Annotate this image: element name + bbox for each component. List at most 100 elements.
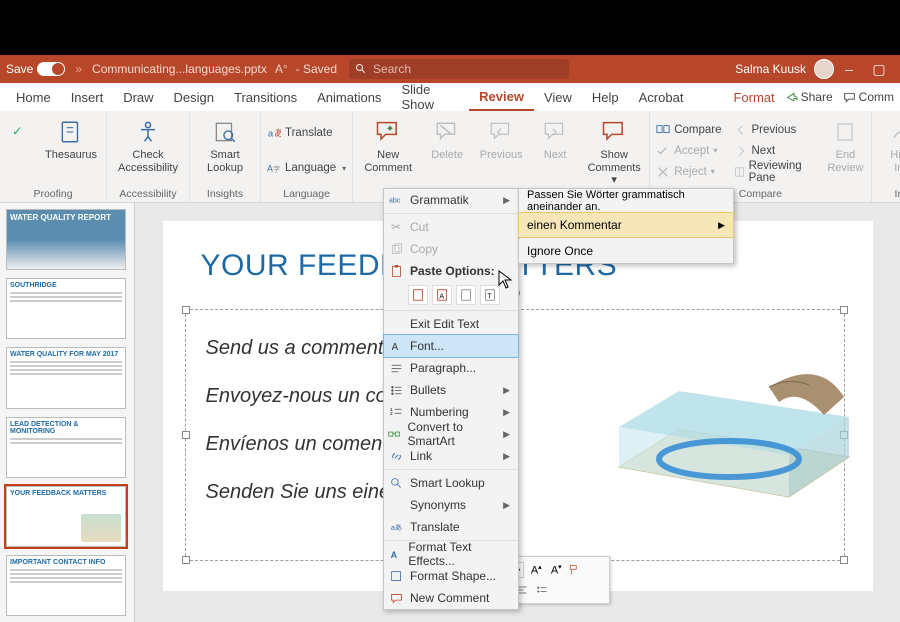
- ctx-paragraph[interactable]: Paragraph...: [384, 357, 518, 379]
- tab-view[interactable]: View: [534, 85, 582, 110]
- spelling-button[interactable]: ✓: [6, 115, 36, 186]
- slide-thumb-1[interactable]: WATER QUALITY REPORT: [6, 209, 126, 270]
- save-status: - Saved: [296, 62, 337, 76]
- ctx-smartart[interactable]: Convert to SmartArt▶: [384, 423, 518, 445]
- new-comment-button[interactable]: ✦ NewComment: [359, 115, 417, 187]
- tab-review[interactable]: Review: [469, 84, 534, 111]
- thesaurus-label: Thesaurus: [45, 149, 97, 162]
- grammar-submenu[interactable]: Passen Sie Wörter grammatisch aneinander…: [518, 188, 734, 264]
- tab-draw[interactable]: Draw: [113, 85, 163, 110]
- check-accessibility-button[interactable]: CheckAccessibility: [113, 115, 183, 186]
- slide-thumb-6[interactable]: IMPORTANT CONTACT INFO: [6, 555, 126, 616]
- submenu-suggestion-header: Passen Sie Wörter grammatisch aneinander…: [519, 189, 733, 213]
- resize-handle[interactable]: [182, 306, 190, 314]
- svg-text:A: A: [391, 341, 398, 352]
- ctx-format-text-effects[interactable]: A Format Text Effects...: [384, 543, 518, 565]
- delete-comment-button[interactable]: Delete: [423, 115, 471, 187]
- ctx-label: Link: [410, 449, 432, 463]
- end-review-button[interactable]: EndReview: [826, 115, 864, 186]
- grow-font-button[interactable]: A▴: [528, 563, 544, 577]
- smart-lookup-button[interactable]: SmartLookup: [196, 115, 254, 186]
- paste-option-2[interactable]: A: [432, 285, 452, 305]
- ctx-synonyms[interactable]: Synonyms▶: [384, 494, 518, 516]
- resize-handle[interactable]: [840, 556, 848, 564]
- compare-button[interactable]: Compare: [656, 120, 721, 140]
- slide-thumb-5[interactable]: YOUR FEEDBACK MATTERS: [6, 486, 126, 547]
- accept-button[interactable]: Accept ▾: [656, 141, 721, 161]
- reviewing-pane-button[interactable]: Reviewing Pane: [734, 162, 815, 182]
- submenu-suggestion[interactable]: einen Kommentar▶: [519, 213, 733, 237]
- search-box[interactable]: Search: [349, 59, 569, 79]
- tab-acrobat[interactable]: Acrobat: [629, 85, 694, 110]
- shrink-font-button[interactable]: A▾: [548, 563, 564, 577]
- ctx-copy[interactable]: Copy: [384, 238, 518, 260]
- tab-insert[interactable]: Insert: [61, 85, 114, 110]
- comments-button[interactable]: Comm: [843, 90, 894, 104]
- resize-handle[interactable]: [182, 556, 190, 564]
- ctx-new-comment[interactable]: New Comment: [384, 587, 518, 609]
- language-button[interactable]: A字 Language ▾: [267, 158, 346, 178]
- reject-button[interactable]: Reject ▾: [656, 162, 721, 182]
- user-name: Salma Kuusk: [735, 62, 806, 76]
- svg-text:a: a: [268, 128, 274, 139]
- ctx-grammatik[interactable]: abc Grammatik ▶: [384, 189, 518, 211]
- slide-graphic[interactable]: [589, 327, 869, 517]
- accept-label: Accept: [674, 145, 709, 157]
- tab-animations[interactable]: Animations: [307, 85, 391, 110]
- paste-option-4[interactable]: T: [480, 285, 500, 305]
- next-comment-button[interactable]: Next: [531, 115, 579, 187]
- ctx-smart-lookup[interactable]: Smart Lookup: [384, 472, 518, 494]
- document-name[interactable]: Communicating...languages.pptx: [92, 62, 267, 76]
- resize-handle[interactable]: [840, 306, 848, 314]
- link-icon: [388, 448, 404, 464]
- slide-thumb-4[interactable]: LEAD DETECTION & MONITORING: [6, 417, 126, 478]
- ctx-translate[interactable]: aあ Translate: [384, 516, 518, 538]
- language-icon: A字: [267, 161, 281, 175]
- tab-home[interactable]: Home: [6, 85, 61, 110]
- format-painter-button[interactable]: [568, 564, 584, 576]
- slide-thumb-2[interactable]: SOUTHRIDGE: [6, 278, 126, 339]
- abc-icon: abc: [388, 192, 404, 208]
- hide-ink-button[interactable]: HideInk: [878, 115, 900, 186]
- ctx-label: Synonyms: [410, 498, 466, 512]
- comment-icon: [843, 91, 856, 104]
- restore-button[interactable]: ▢: [864, 61, 894, 78]
- pane-label: Reviewing Pane: [749, 160, 815, 184]
- show-comments-button[interactable]: ShowComments ▾: [585, 115, 643, 187]
- tab-help[interactable]: Help: [582, 85, 629, 110]
- ctx-cut[interactable]: ✂ Cut: [384, 216, 518, 238]
- paste-option-1[interactable]: [408, 285, 428, 305]
- tab-transitions[interactable]: Transitions: [224, 85, 307, 110]
- toggle-switch[interactable]: [37, 62, 65, 76]
- previous-comment-button[interactable]: Previous: [477, 115, 525, 187]
- autosave-toggle[interactable]: Save: [6, 62, 65, 76]
- slide-thumb-3[interactable]: WATER QUALITY FOR MAY 2017: [6, 347, 126, 408]
- compare-label: Compare: [674, 124, 721, 136]
- thesaurus-button[interactable]: Thesaurus: [42, 115, 100, 186]
- ctx-exit-edit[interactable]: Exit Edit Text: [384, 313, 518, 335]
- minimize-button[interactable]: –: [834, 61, 864, 77]
- ctx-label: Smart Lookup: [410, 476, 485, 490]
- reject-label: Reject: [674, 166, 707, 178]
- translate-button[interactable]: aあ Translate: [267, 123, 346, 143]
- account-button[interactable]: Salma Kuusk: [735, 59, 834, 79]
- ctx-format-shape[interactable]: Format Shape...: [384, 565, 518, 587]
- ctx-link[interactable]: Link▶: [384, 445, 518, 467]
- ctx-bullets[interactable]: Bullets▶: [384, 379, 518, 401]
- bullets-mini-button[interactable]: [536, 584, 552, 596]
- ctx-font[interactable]: A Font...: [384, 335, 518, 357]
- compare-next-button[interactable]: Next: [734, 141, 815, 161]
- group-language: aあ Translate A字 Language ▾ Language: [261, 111, 353, 202]
- paste-option-3[interactable]: [456, 285, 476, 305]
- resize-handle[interactable]: [182, 431, 190, 439]
- context-menu[interactable]: abc Grammatik ▶ ✂ Cut Copy Paste Options…: [383, 188, 519, 610]
- tab-format[interactable]: Format: [723, 85, 784, 110]
- share-button[interactable]: Share: [785, 90, 833, 104]
- translate-label: Translate: [285, 127, 333, 139]
- compare-prev-button[interactable]: Previous: [734, 120, 815, 140]
- svg-text:字: 字: [273, 165, 280, 174]
- tab-design[interactable]: Design: [164, 85, 224, 110]
- submenu-ignore-once[interactable]: Ignore Once: [519, 239, 733, 263]
- thumbnail-pane[interactable]: WATER QUALITY REPORT SOUTHRIDGE WATER QU…: [0, 203, 135, 622]
- smart-lookup-label: SmartLookup: [207, 149, 243, 174]
